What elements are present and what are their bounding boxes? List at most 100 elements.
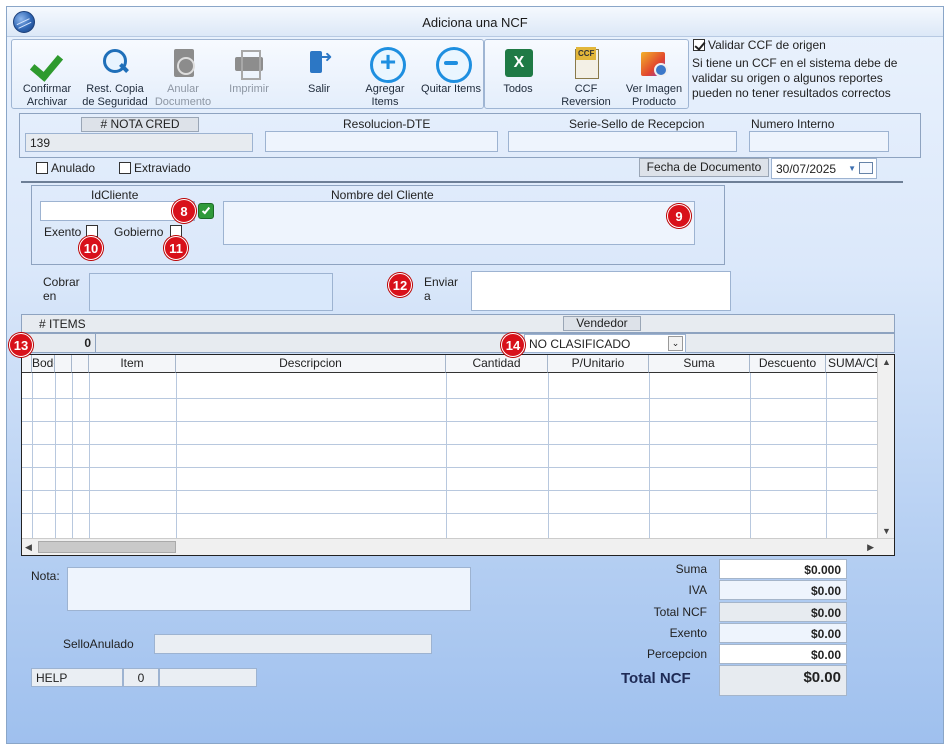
grid-col-suma-cd[interactable]: SUMA/CD: [826, 355, 878, 373]
scroll-up-arrow-icon[interactable]: ▲: [882, 357, 891, 367]
items-value-bar: [21, 333, 895, 353]
numero-interno-label: Numero Interno: [751, 117, 835, 131]
scroll-down-arrow-icon[interactable]: ▼: [882, 526, 891, 536]
exit-label: Salir: [307, 83, 330, 95]
grid-hline: [22, 513, 877, 514]
confirm-button[interactable]: Confirmar Archivar: [16, 46, 78, 109]
exit-button[interactable]: Salir: [288, 46, 350, 96]
restore-backup-button[interactable]: Rest. Copia de Seguridad: [80, 46, 150, 109]
grid-col-item[interactable]: Item: [89, 355, 176, 373]
validate-client-icon[interactable]: [198, 203, 214, 219]
fecha-documento-input[interactable]: 30/07/2025 ▼: [771, 158, 877, 179]
validate-ccf-checkbox[interactable]: [693, 39, 705, 51]
printer-icon: [232, 46, 266, 80]
extraviado-label: Extraviado: [134, 161, 191, 175]
vendedor-chevron-icon[interactable]: ⌄: [668, 336, 683, 351]
grid-col-punitario[interactable]: P/Unitario: [548, 355, 649, 373]
help-extra: [159, 668, 257, 687]
fecha-documento-label: Fecha de Documento: [639, 158, 769, 177]
window-title: Adiciona una NCF: [422, 15, 528, 30]
scroll-left-arrow-icon[interactable]: ◀: [25, 542, 32, 553]
grid-col-3[interactable]: [72, 355, 89, 373]
grid-col-descripcion[interactable]: Descripcion: [176, 355, 446, 373]
toolbar-main: Confirmar Archivar Rest. Copia de Seguri…: [11, 39, 484, 109]
numero-interno-input[interactable]: [749, 131, 889, 152]
resolucion-input[interactable]: [265, 131, 498, 152]
main-window: Adiciona una NCF Confirmar Archivar Rest…: [6, 6, 944, 744]
iva-label: IVA: [688, 583, 707, 597]
help-box[interactable]: HELP: [31, 668, 123, 687]
extraviado-checkbox[interactable]: [119, 162, 131, 174]
exit-icon: [302, 46, 336, 80]
add-items-label: Agregar Items: [365, 83, 405, 108]
grid-col-cantidad[interactable]: Cantidad: [446, 355, 548, 373]
vendedor-select[interactable]: NO CLASIFICADO ⌄: [524, 334, 686, 353]
grid-col-descuento[interactable]: Descuento: [750, 355, 826, 373]
nota-cred-label: # NOTA CRED: [81, 117, 199, 132]
serie-sello-label: Serie-Sello de Recepcion: [569, 117, 705, 131]
checkmark-icon: [30, 46, 64, 80]
annotation-badge-10: 10: [79, 236, 103, 260]
print-label: Imprimir: [229, 83, 269, 95]
nota-input[interactable]: [67, 567, 471, 611]
annotation-badge-13: 13: [9, 333, 33, 357]
plus-circle-icon: [368, 46, 406, 83]
remove-items-button[interactable]: Quitar Items: [420, 46, 482, 96]
ccf-document-icon: [569, 46, 603, 80]
annotation-badge-9: 9: [667, 204, 691, 228]
serie-sello-input[interactable]: [508, 131, 737, 152]
anulado-checkbox[interactable]: [36, 162, 48, 174]
nombre-cliente-input[interactable]: [223, 201, 695, 245]
cobrar-en-input[interactable]: [89, 273, 333, 311]
scroll-right-arrow-icon[interactable]: ▶: [867, 542, 874, 553]
all-excel-button[interactable]: Todos: [489, 46, 547, 96]
validate-ccf-note: Si tiene un CCF en el sistema debe de va…: [692, 56, 898, 100]
id-cliente-label: IdCliente: [91, 188, 139, 202]
anulado-label: Anulado: [51, 161, 96, 175]
view-product-image-button[interactable]: Ver Imagen Producto: [621, 46, 687, 109]
ccf-reversal-button[interactable]: CCF Reversion: [555, 46, 617, 109]
product-image-icon: [637, 46, 671, 80]
gobierno-label: Gobierno: [114, 225, 164, 239]
annotation-badge-12: 12: [388, 273, 412, 297]
void-label: Anular Documento: [154, 83, 212, 108]
add-items-button[interactable]: Agregar Items: [354, 46, 416, 109]
header-separator: [21, 181, 903, 183]
grid-col-bodega[interactable]: Bodega: [32, 355, 55, 373]
sello-anulado-label: SelloAnulado: [63, 637, 134, 651]
nota-label: Nota:: [31, 569, 60, 583]
fecha-documento-value: 30/07/2025: [776, 162, 837, 176]
grand-total-label: Total NCF: [621, 670, 691, 687]
items-divider: [95, 334, 96, 352]
grid-hline: [22, 421, 877, 422]
grid-hline: [22, 467, 877, 468]
vendedor-value: NO CLASIFICADO: [529, 337, 631, 351]
title-bar: Adiciona una NCF: [7, 7, 943, 37]
calendar-icon[interactable]: [859, 162, 873, 174]
enviar-a-input[interactable]: [471, 271, 731, 311]
grid-horizontal-scrollbar[interactable]: ◀ ▶: [22, 538, 894, 555]
print-button[interactable]: Imprimir: [218, 46, 280, 96]
validate-ccf-label: Validar CCF de origen: [708, 38, 826, 52]
void-document-button[interactable]: Anular Documento: [152, 46, 214, 109]
grid-col-suma[interactable]: Suma: [649, 355, 750, 373]
items-count-label: # ITEMS: [39, 317, 86, 331]
restore-label: Rest. Copia de Seguridad: [82, 83, 148, 108]
confirm-label: Confirmar Archivar: [22, 83, 72, 108]
cobrar-en-label: Cobrar en: [43, 275, 80, 303]
grid-col-2[interactable]: [55, 355, 72, 373]
iva-value: $0.00: [719, 580, 847, 600]
nombre-cliente-label: Nombre del Cliente: [331, 188, 434, 202]
grand-total-value: $0.00: [719, 665, 847, 696]
sello-anulado-input[interactable]: [154, 634, 432, 654]
grid-vertical-scrollbar[interactable]: ▲ ▼: [877, 355, 894, 538]
exento-total-label: Exento: [669, 626, 707, 640]
annotation-badge-11: 11: [164, 236, 188, 260]
view-image-label: Ver Imagen Producto: [625, 83, 683, 108]
horizontal-scroll-thumb[interactable]: [38, 541, 176, 553]
chevron-down-icon[interactable]: ▼: [848, 164, 856, 173]
suma-value: $0.000: [719, 559, 847, 579]
ccf-reversal-label: CCF Reversion: [561, 83, 611, 108]
grid-row-indicator-header: [22, 355, 32, 373]
nota-cred-field: 139: [25, 133, 253, 152]
